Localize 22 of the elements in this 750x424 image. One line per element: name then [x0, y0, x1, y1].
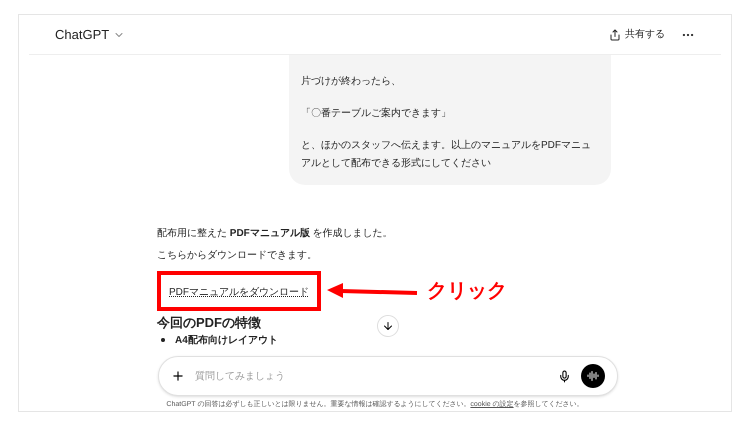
response-text: こちらからダウンロードできます。 [157, 249, 318, 263]
download-link[interactable]: PDFマニュアルをダウンロード [169, 287, 309, 298]
bullet-icon [161, 338, 165, 342]
message-input[interactable]: 質問してみましょう [195, 368, 548, 384]
scroll-down-button[interactable] [377, 315, 399, 337]
bullet-item: A4配布向けレイアウト [175, 334, 278, 348]
message-composer[interactable]: 質問してみましょう [158, 356, 618, 396]
response-text: 配布用に整えた PDFマニュアル版 を作成しました。 [157, 226, 394, 241]
message-text: 片づけが終わったら、 [301, 74, 402, 89]
annotation-label: クリック [427, 279, 507, 304]
arrow-down-icon [382, 320, 394, 332]
message-text: と、ほかのスタッフへ伝えます。以上のマニュアルをPDFマニュアルとして配布できる形式にしてください [301, 138, 592, 171]
model-title[interactable]: ChatGPT [55, 24, 110, 44]
share-icon [609, 28, 621, 40]
arrow-icon [327, 283, 419, 299]
microphone-icon[interactable] [558, 370, 571, 382]
message-text: 「〇番テーブルご案内できます」 [301, 106, 452, 121]
share-button[interactable]: 共有する [609, 27, 665, 42]
plus-icon[interactable] [171, 369, 185, 383]
voice-button[interactable] [581, 364, 605, 388]
section-heading: 今回のPDFの特徴 [157, 314, 261, 332]
waveform-icon [587, 370, 599, 382]
